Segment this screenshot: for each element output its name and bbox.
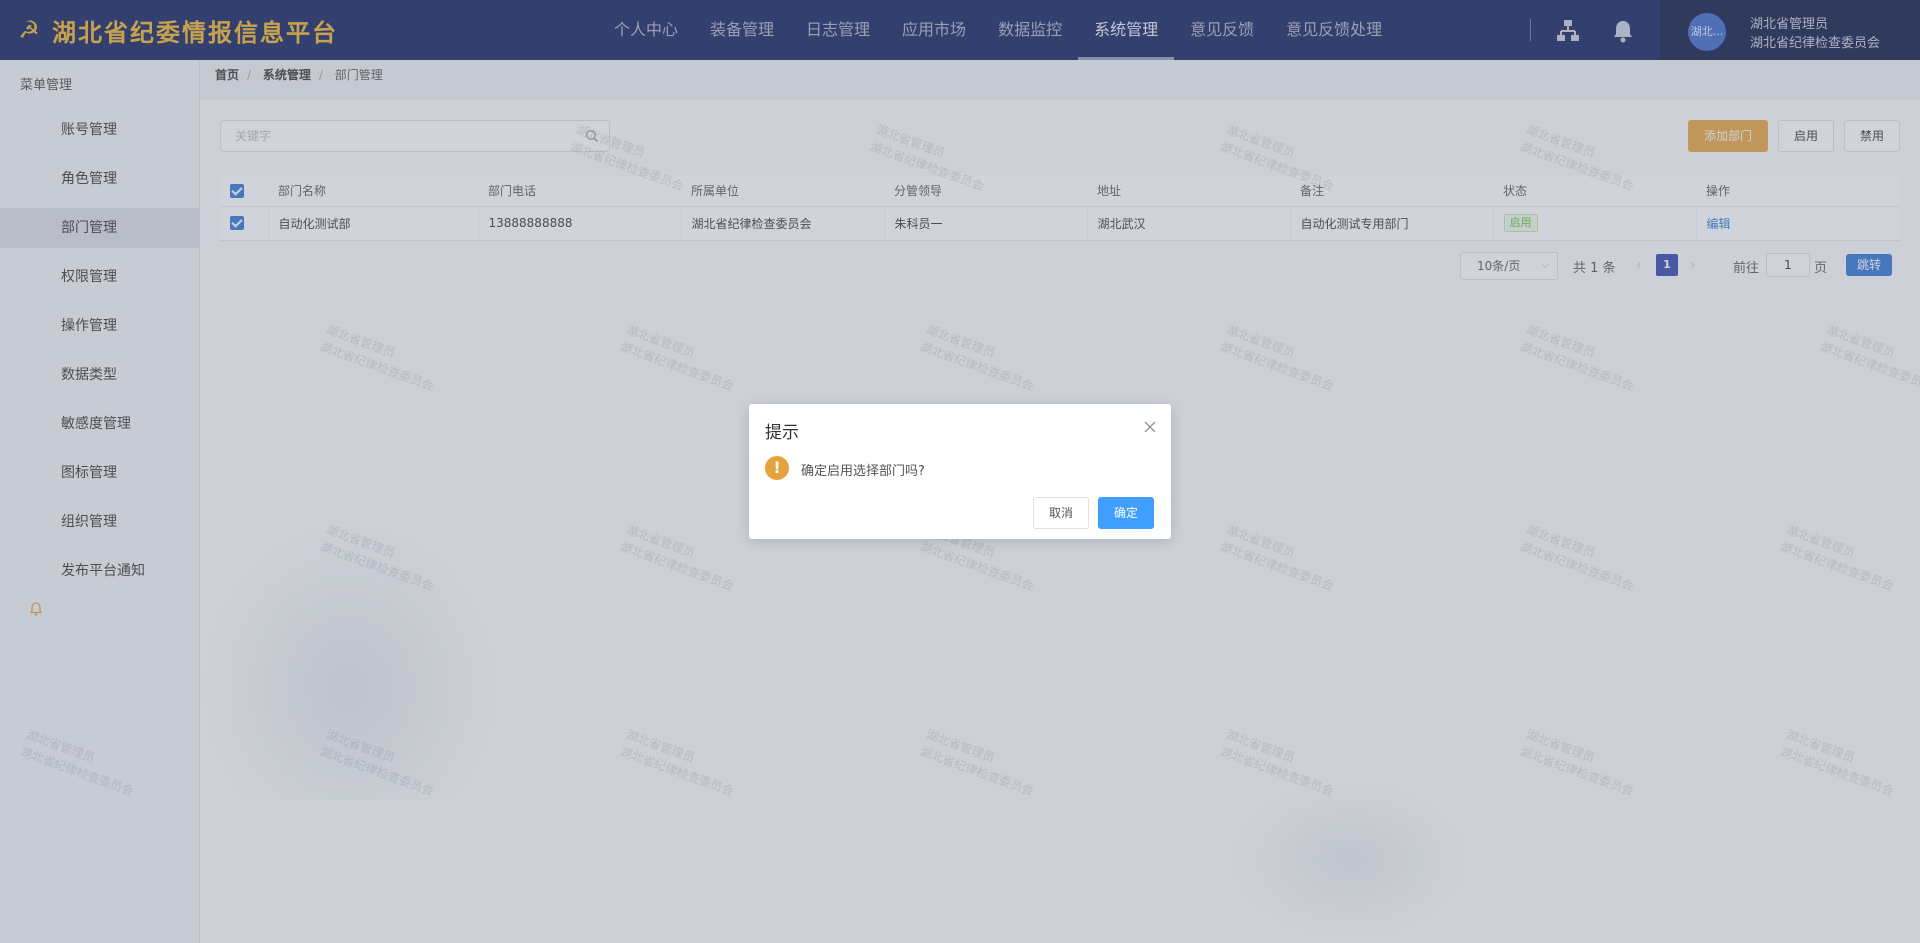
warning-icon: ! — [765, 456, 789, 480]
dialog-title: 提示 — [765, 423, 799, 443]
close-icon[interactable] — [1143, 420, 1157, 434]
cancel-button[interactable]: 取消 — [1033, 497, 1089, 529]
confirm-dialog: 提示 ! 确定启用选择部门吗? 取消 确定 — [749, 404, 1171, 539]
dialog-message: 确定启用选择部门吗? — [801, 464, 925, 479]
confirm-button[interactable]: 确定 — [1098, 497, 1154, 529]
